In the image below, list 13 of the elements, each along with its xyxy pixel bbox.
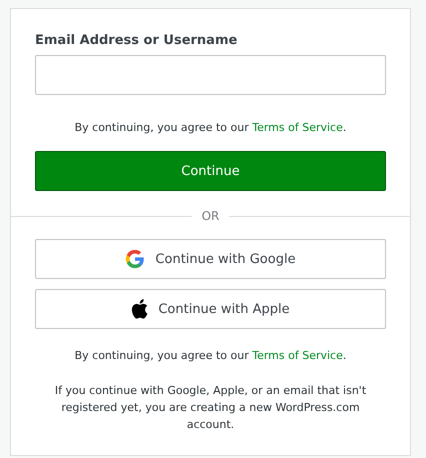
continue-button[interactable]: Continue <box>35 151 386 191</box>
field-label: Email Address or Username <box>35 33 238 48</box>
account-notice: If you continue with Google, Apple, or an email that isn't registered yet, you are creating a new WordPress.com account. <box>54 383 368 433</box>
terms-notice: By continuing, you agree to our Terms of Service. <box>74 121 348 134</box>
terms-link[interactable]: Terms of Service <box>252 349 343 362</box>
google-icon <box>125 249 146 269</box>
email-input-field[interactable] <box>35 55 386 95</box>
terms-notice: By continuing, you agree to our Terms of Service. <box>74 349 348 362</box>
apple-icon <box>131 299 148 319</box>
divider-label: OR <box>202 209 220 223</box>
terms-link[interactable]: Terms of Service <box>252 121 343 134</box>
apple-login-button[interactable]: Continue with Apple <box>35 289 386 329</box>
google-login-button[interactable]: Continue with Google <box>35 239 386 279</box>
